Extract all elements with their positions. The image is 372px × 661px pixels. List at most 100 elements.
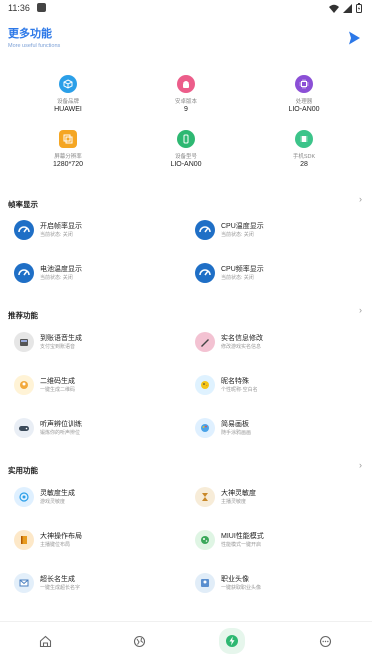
gauge-icon: [195, 220, 215, 240]
chevron-right-icon: ›: [359, 194, 362, 204]
feature-title: 实名信息修改: [221, 335, 263, 342]
feature-title: 开启帧率显示: [40, 223, 82, 230]
feature-pro-avatar[interactable]: 职业头像 一键获取职业头像: [195, 571, 365, 597]
feature-sensitivity-gen[interactable]: 灵敏度生成 游戏灵敏度: [14, 485, 184, 511]
feature-realname-edit[interactable]: 实名信息修改 修改游戏实名信息: [195, 330, 365, 356]
chevron-right-icon: ›: [359, 460, 362, 470]
feature-drawing-board[interactable]: 简易画板 随手涂鸦画画: [195, 416, 365, 442]
palette-icon: [195, 418, 215, 438]
feature-special-name[interactable]: 昵名特殊 个性昵称·空白名: [195, 373, 365, 399]
cube-icon: [59, 75, 77, 93]
feature-subtitle: 随手涂鸦画画: [221, 430, 252, 436]
info-label: 屏幕分辨率: [54, 154, 82, 160]
feature-subtitle: 修改游戏实名信息: [221, 344, 262, 350]
feature-subtitle: 当前状态: 关闭: [40, 232, 73, 238]
feature-fps-display[interactable]: 开启帧率显示 当前状态: 关闭: [14, 218, 184, 244]
feature-title: 职业头像: [221, 576, 249, 583]
section-header-fps[interactable]: 帧率显示 ›: [8, 194, 364, 209]
feature-long-name[interactable]: 超长名生成 一键生成超长名字: [14, 571, 184, 597]
globe-icon: [133, 635, 145, 647]
feature-subtitle: 支付宝到账语音: [40, 344, 76, 350]
android-icon: [177, 75, 195, 93]
target-icon: [14, 487, 34, 507]
feature-pro-layout[interactable]: 大神操作布局 主播键位布局: [14, 528, 184, 554]
notification-icon: [37, 3, 46, 12]
chick-icon: [195, 375, 215, 395]
feature-title: 简易画板: [221, 421, 249, 428]
nav-more[interactable]: [314, 630, 336, 652]
info-label: 设备品牌: [56, 99, 79, 105]
feature-cpu-temp[interactable]: CPU温度显示 当前状态: 关闭: [195, 218, 365, 244]
home-icon: [39, 635, 51, 647]
feature-subtitle: 个性昵称·空白名: [221, 387, 258, 393]
feature-pro-sensitivity[interactable]: 大神灵敏度 主播灵敏度: [195, 485, 365, 511]
pen-icon: [195, 332, 215, 352]
section-header-recommended[interactable]: 推荐功能 ›: [8, 305, 364, 320]
section-title: 帧率显示: [8, 200, 38, 209]
info-label: 处理器: [295, 99, 313, 105]
feature-subtitle: 当前状态: 关闭: [221, 275, 254, 281]
page-subtitle: More useful functions: [8, 43, 61, 49]
feature-battery-temp[interactable]: 电池温度显示 当前状态: 关闭: [14, 261, 184, 287]
info-cpu: 处理器 LIO-AN00: [254, 75, 354, 113]
battery-icon: [356, 3, 362, 13]
feature-title: 到账语音生成: [40, 335, 82, 342]
nav-discover[interactable]: [128, 630, 150, 652]
nav-tools[interactable]: [219, 628, 245, 654]
feature-title: 灵敏度生成: [40, 490, 75, 497]
feature-subtitle: 主播键位布局: [40, 542, 71, 548]
info-label: 设备型号: [174, 154, 197, 160]
feature-qrcode[interactable]: 二维码生成 一键生成二维码: [14, 373, 184, 399]
avatar-icon: [195, 573, 215, 593]
cpu-icon: [295, 75, 313, 93]
info-brand: 设备品牌 HUAWEI: [18, 75, 118, 113]
more-icon: [319, 635, 331, 647]
page-header: 更多功能 More useful functions: [8, 25, 60, 49]
feature-subtitle: 一键生成二维码: [40, 387, 76, 393]
feature-sound-training[interactable]: 听声辨位训练 锻炼你的听声辨位: [14, 416, 184, 442]
bolt-icon: [226, 635, 238, 647]
feature-title: 大神灵敏度: [221, 490, 256, 497]
feature-title: 听声辨位训练: [40, 421, 82, 428]
play-icon[interactable]: [346, 30, 362, 46]
nav-home[interactable]: [34, 630, 56, 652]
info-value: HUAWEI: [54, 106, 82, 113]
phone-icon: [177, 130, 195, 148]
letter-icon: [14, 573, 34, 593]
feature-subtitle: 当前状态: 关闭: [40, 275, 73, 281]
screen-icon: [59, 130, 77, 148]
section-header-utility[interactable]: 实用功能 ›: [8, 460, 364, 475]
feature-title: 超长名生成: [40, 576, 75, 583]
section-title: 实用功能: [8, 466, 38, 475]
chip-icon: [295, 130, 313, 148]
bottom-nav: [0, 621, 372, 661]
info-android: 安卓版本 9: [136, 75, 236, 113]
shield-icon: [195, 530, 215, 550]
feature-title: CPU温度显示: [221, 223, 264, 230]
section-title: 推荐功能: [8, 311, 38, 320]
page-title: 更多功能: [8, 28, 52, 40]
feature-title: 大神操作布局: [40, 533, 82, 540]
feature-miui-perf[interactable]: MIUI性能模式 性能模式一键开启: [195, 528, 365, 554]
feature-voice-gen[interactable]: 到账语音生成 支付宝到账语音: [14, 330, 184, 356]
feature-title: MIUI性能模式: [221, 533, 264, 540]
feature-cpu-freq[interactable]: CPU频率显示 当前状态: 关闭: [195, 261, 365, 287]
info-value: LIO-AN00: [288, 106, 320, 113]
info-value: 1280*720: [53, 161, 83, 168]
info-label: 安卓版本: [174, 99, 197, 105]
status-time: 11:36: [8, 3, 30, 13]
book-icon: [14, 530, 34, 550]
wifi-icon: [329, 4, 339, 13]
gamepad-icon: [14, 418, 34, 438]
gauge-icon: [195, 263, 215, 283]
feature-title: 昵名特殊: [221, 378, 249, 385]
info-value: LIO-AN00: [170, 161, 202, 168]
feature-subtitle: 主播灵敏度: [221, 499, 247, 505]
status-bar: 11:36: [0, 0, 372, 16]
feature-subtitle: 游戏灵敏度: [40, 499, 66, 505]
feature-subtitle: 一键生成超长名字: [40, 585, 81, 591]
info-value: 9: [184, 106, 188, 113]
feature-subtitle: 性能模式一键开启: [221, 542, 262, 548]
chevron-right-icon: ›: [359, 305, 362, 315]
feature-subtitle: 锻炼你的听声辨位: [40, 430, 81, 436]
